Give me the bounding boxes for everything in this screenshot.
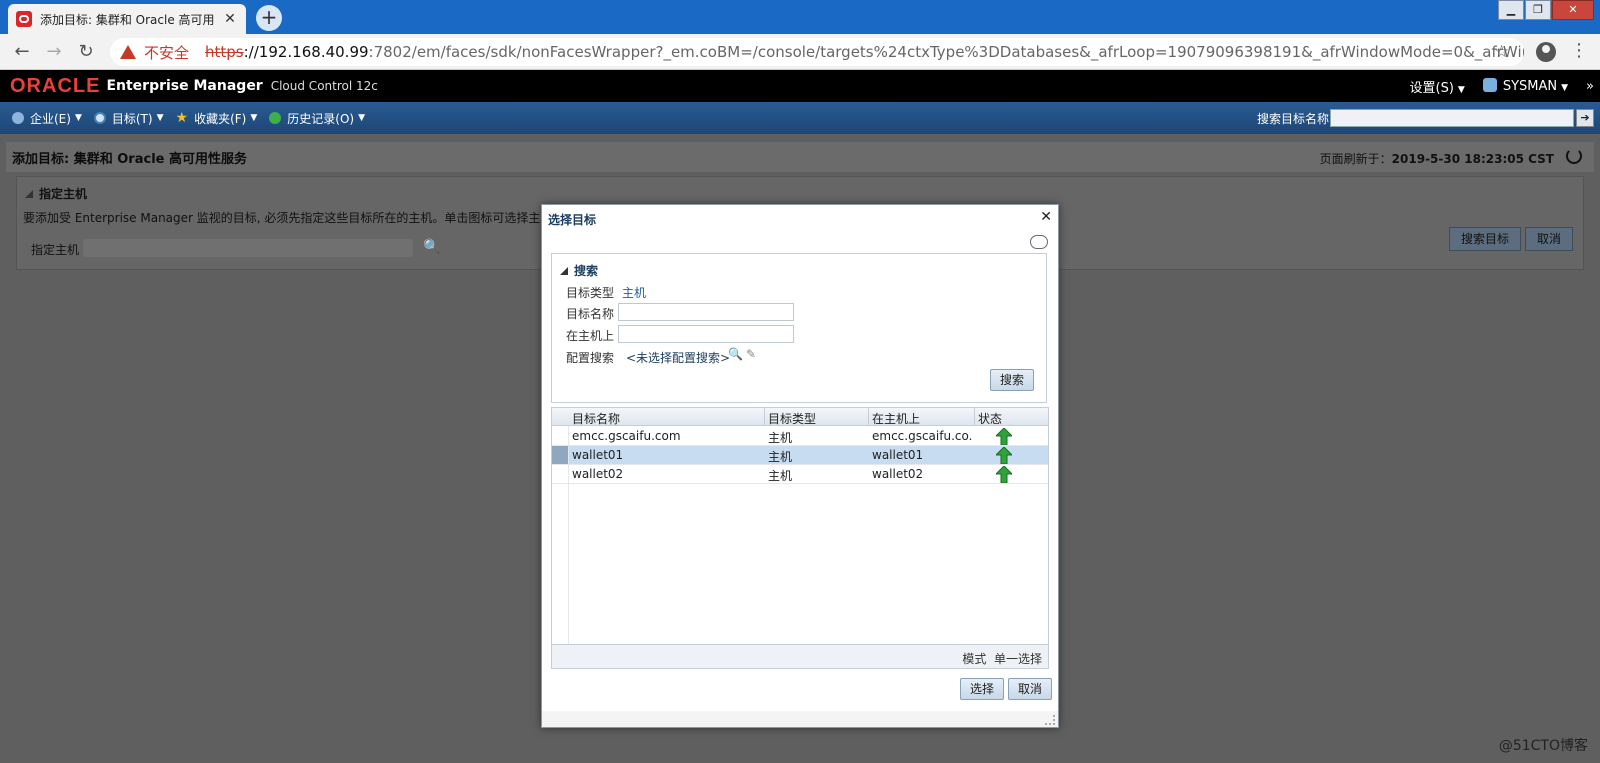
on-host-label: 在主机上 — [566, 329, 615, 343]
status-up-icon — [996, 447, 1012, 464]
dialog-close-icon[interactable]: ✕ — [1040, 209, 1052, 225]
forward-icon[interactable]: → — [42, 40, 66, 64]
reload-icon[interactable]: ↻ — [74, 40, 98, 64]
product-name: Enterprise Manager — [106, 78, 263, 94]
url-host: ://192.168.40.99 — [243, 43, 369, 61]
new-tab-button[interactable]: + — [256, 5, 282, 31]
refresh-info: 页面刷新于：2019-5-30 18:23:05 CST — [1319, 152, 1554, 166]
window-controls: ▁ ❐ ✕ — [1497, 0, 1594, 20]
search-panel: 搜索 目标类型 主机 目标名称 在主机上 配置搜索 <未选择配置搜索> 🔍 ✎ … — [551, 253, 1047, 403]
page-title: 添加目标: 集群和 Oracle 高可用性服务 — [12, 152, 247, 167]
menu-enterprise[interactable]: 企业(E) ▼ — [12, 110, 82, 127]
url-input[interactable]: 不安全 https://192.168.40.99:7802/em/faces/… — [110, 38, 1524, 66]
config-search-icon[interactable]: 🔍 — [728, 347, 743, 361]
watermark: @51CTO博客 — [1498, 738, 1588, 754]
menu-history[interactable]: 历史记录(O) ▼ — [269, 110, 365, 127]
resize-grip-icon[interactable] — [1045, 715, 1055, 725]
close-tab-icon[interactable]: ✕ — [222, 11, 238, 27]
history-icon — [269, 112, 282, 124]
back-icon[interactable]: ← — [10, 40, 34, 64]
minimize-icon[interactable]: ▁ — [1498, 0, 1524, 20]
select-target-dialog: 选择目标 ✕ 搜索 目标类型 主机 目标名称 在主机上 配置搜索 <未选择配置搜… — [541, 204, 1059, 728]
eraser-icon[interactable]: ✎ — [746, 347, 756, 361]
enterprise-icon — [12, 112, 24, 124]
menu-favorites[interactable]: ★ 收藏夹(F) ▼ — [176, 110, 258, 127]
user-icon — [1482, 78, 1497, 92]
browser-menu-icon[interactable]: ⋮ — [1570, 40, 1588, 61]
star-icon: ★ — [175, 110, 189, 126]
help-icon[interactable] — [1030, 235, 1048, 249]
table-row[interactable]: emcc.gscaifu.com 主机 emcc.gscaifu.co... — [552, 427, 1048, 446]
on-host-input[interactable] — [618, 325, 794, 343]
insecure-label: 不安全 — [144, 43, 190, 62]
window-close-icon[interactable]: ✕ — [1552, 0, 1594, 20]
search-targets-button[interactable]: 搜索目标 — [1449, 227, 1521, 251]
product-subtitle: Cloud Control 12c — [270, 79, 378, 93]
table-row[interactable]: wallet02 主机 wallet02 — [552, 465, 1048, 484]
browser-tab[interactable]: 添加目标: 集群和 Oracle 高可用 ✕ — [8, 4, 246, 34]
search-button[interactable]: 搜索 — [990, 369, 1034, 391]
selection-mode: 模式 单一选择 — [962, 652, 1042, 666]
menubar: 企业(E) ▼ 目标(T) ▼ ★ 收藏夹(F) ▼ 历史记录(O) ▼ 搜索目标名称 ➔ — [0, 102, 1600, 134]
url-path: :7802/em/faces/sdk/nonFacesWrapper?_em.c… — [368, 43, 1524, 61]
browser-tab-strip: 添加目标: 集群和 Oracle 高可用 ✕ + ▁ ❐ ✕ — [0, 0, 1600, 34]
config-search-value[interactable]: <未选择配置搜索> — [626, 349, 730, 366]
dialog-title: 选择目标 — [548, 213, 597, 227]
section-description: 要添加受 Enterprise Manager 监视的目标, 必须先指定这些目标… — [23, 211, 553, 225]
col-target-name[interactable]: 目标名称 — [572, 410, 620, 427]
warning-icon — [120, 45, 136, 59]
tab-title: 添加目标: 集群和 Oracle 高可用 — [40, 12, 215, 27]
results-table: 目标名称 目标类型 在主机上 状态 emcc.gscaifu.com 主机 em… — [551, 407, 1049, 669]
maximize-icon[interactable]: ❐ — [1525, 0, 1551, 20]
bookmark-star-icon[interactable]: ☆ — [1494, 42, 1509, 62]
page-cancel-button[interactable]: 取消 — [1525, 227, 1573, 251]
table-footer: 模式 单一选择 — [552, 644, 1048, 668]
oracle-favicon-icon — [16, 11, 32, 27]
collapse-icon[interactable] — [25, 190, 33, 198]
target-name-input[interactable] — [618, 303, 794, 321]
settings-menu[interactable]: 设置(S) ▼ — [1410, 77, 1465, 96]
search-go-icon[interactable]: ➔ — [1576, 109, 1594, 127]
collapse-icon[interactable] — [560, 267, 568, 275]
menu-targets[interactable]: 目标(T) ▼ — [93, 110, 164, 127]
user-menu[interactable]: SYSMAN ▼ — [1482, 78, 1568, 94]
target-type-value: 主机 — [622, 286, 647, 300]
section-title: 指定主机 — [25, 185, 87, 202]
select-button[interactable]: 选择 — [960, 678, 1004, 700]
dialog-cancel-button[interactable]: 取消 — [1008, 678, 1052, 700]
config-search-label: 配置搜索 — [566, 351, 615, 365]
table-row[interactable]: wallet01 主机 wallet01 — [552, 446, 1048, 465]
col-status[interactable]: 状态 — [978, 410, 1002, 427]
search-target-label: 搜索目标名称 — [1257, 112, 1330, 126]
target-name-label: 目标名称 — [566, 307, 615, 321]
oracle-logo: ORACLE — [10, 74, 101, 97]
refresh-icon[interactable] — [1566, 148, 1582, 164]
search-target-input[interactable] — [1330, 109, 1574, 127]
status-up-icon — [996, 428, 1012, 445]
host-input[interactable] — [83, 239, 413, 257]
target-icon — [93, 112, 106, 124]
table-header: 目标名称 目标类型 在主机上 状态 — [552, 408, 1048, 426]
account-icon[interactable] — [1536, 42, 1556, 62]
expand-icon[interactable]: » — [1586, 79, 1594, 94]
col-target-type[interactable]: 目标类型 — [768, 410, 816, 427]
address-bar: ← → ↻ 不安全 https://192.168.40.99:7802/em/… — [0, 34, 1600, 70]
target-type-label: 目标类型 — [566, 286, 615, 300]
em-header: ORACLE Enterprise Manager Cloud Control … — [0, 70, 1600, 102]
search-panel-title: 搜索 — [560, 262, 598, 279]
host-label: 指定主机 — [31, 243, 80, 257]
host-search-icon[interactable]: 🔍 — [423, 239, 440, 255]
col-on-host[interactable]: 在主机上 — [872, 410, 920, 427]
status-up-icon — [996, 466, 1012, 483]
url-scheme: https — [205, 43, 244, 61]
